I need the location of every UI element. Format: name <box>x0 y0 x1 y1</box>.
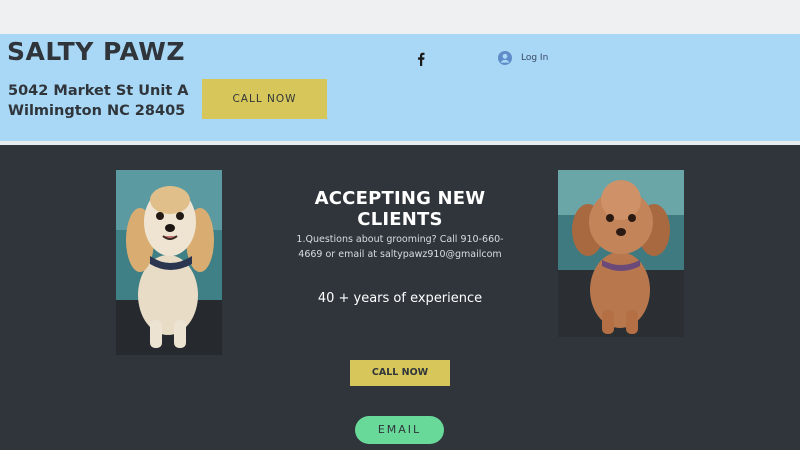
site-header: SALTY PAWZ 5042 Market St Unit A Wilming… <box>0 34 800 141</box>
login-label: Log In <box>521 53 549 63</box>
business-address: 5042 Market St Unit A Wilmington NC 2840… <box>8 81 189 121</box>
call-now-button[interactable]: CALL NOW <box>350 360 450 386</box>
address-line-1: 5042 Market St Unit A <box>8 83 189 99</box>
experience-text: 40 + years of experience <box>317 291 483 306</box>
site-logo-text[interactable]: SALTY PAWZ <box>7 37 185 66</box>
contact-line-2: 4669 or email at saltypawz910@gmailcom <box>298 249 502 260</box>
header-divider <box>0 141 800 145</box>
user-avatar-icon <box>498 51 512 65</box>
dog-photo-right <box>558 170 684 337</box>
login-link[interactable]: Log In <box>498 50 548 66</box>
top-strip <box>0 0 800 34</box>
email-button[interactable]: EMAIL <box>355 416 444 444</box>
address-line-2: Wilmington NC 28405 <box>8 103 186 119</box>
dog-photo-left <box>116 170 222 355</box>
page-title: ACCEPTING NEW CLIENTS <box>314 188 486 230</box>
contact-line-1: 1.Questions about grooming? Call 910-660… <box>296 234 504 245</box>
facebook-icon[interactable] <box>415 52 427 66</box>
grooming-contact-text: 1.Questions about grooming? Call 910-660… <box>288 232 512 262</box>
header-call-now-button[interactable]: CALL NOW <box>202 79 327 119</box>
